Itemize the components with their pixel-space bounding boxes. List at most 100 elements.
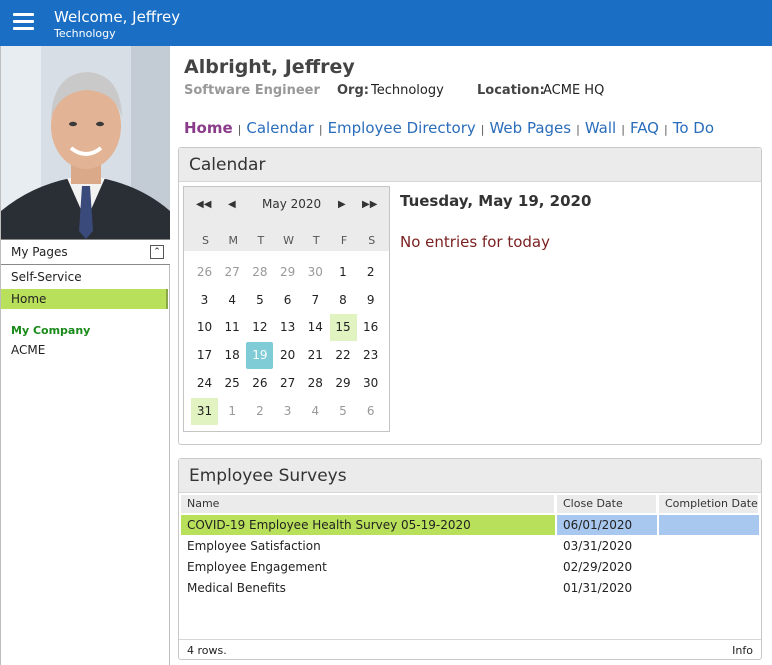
- day-of-week-label: F: [340, 234, 348, 247]
- calendar-day[interactable]: 16: [357, 314, 384, 341]
- nav-home[interactable]: Home: [184, 119, 233, 137]
- table-cell-close-date[interactable]: 03/31/2020: [557, 536, 657, 556]
- calendar-day[interactable]: 25: [219, 370, 246, 397]
- employee-title: Software Engineer: [184, 83, 320, 98]
- column-header-close-date[interactable]: Close Date: [557, 495, 657, 513]
- calendar-day[interactable]: 2: [246, 398, 273, 425]
- nav-employee-directory[interactable]: Employee Directory: [328, 119, 476, 137]
- table-cell-completion-date[interactable]: [659, 536, 759, 556]
- my-pages-title: My Pages: [11, 245, 68, 259]
- sidebar-item-acme[interactable]: ACME: [1, 340, 168, 360]
- table-cell-close-date[interactable]: 01/31/2020: [557, 578, 657, 598]
- day-of-week-label: S: [368, 234, 376, 247]
- calendar-day[interactable]: 3: [274, 398, 301, 425]
- calendar-month-label[interactable]: May 2020: [262, 197, 321, 211]
- calendar-day[interactable]: 15: [329, 314, 357, 342]
- calendar-day[interactable]: 6: [274, 287, 301, 314]
- calendar-day[interactable]: 21: [302, 342, 329, 369]
- nav-calendar[interactable]: Calendar: [246, 119, 313, 137]
- table-cell-name[interactable]: Medical Benefits: [181, 578, 555, 598]
- calendar-panel: Calendar ◀◀ ◀ May 2020 ▶ ▶▶ S M T W T F S 26 27 2…: [178, 147, 762, 445]
- table-cell-name[interactable]: Employee Engagement: [181, 557, 555, 577]
- calendar-day[interactable]: 30: [302, 259, 329, 286]
- table-footer: 4 rows. Info: [179, 639, 761, 659]
- calendar-day[interactable]: 1: [219, 398, 246, 425]
- calendar-day[interactable]: 31: [191, 397, 218, 425]
- calendar-day[interactable]: 9: [357, 287, 384, 314]
- calendar-day[interactable]: 1: [330, 259, 357, 286]
- calendar-day[interactable]: 28: [302, 370, 329, 397]
- nav-separator: |: [237, 123, 242, 136]
- calendar-day[interactable]: 10: [191, 314, 218, 341]
- calendar-day[interactable]: 20: [274, 342, 301, 369]
- table-cell-completion-date[interactable]: [659, 557, 759, 577]
- calendar-day[interactable]: 23: [357, 342, 384, 369]
- table-cell-completion-date[interactable]: [659, 515, 759, 535]
- sidebar-item-home[interactable]: Home: [1, 289, 168, 309]
- prev-month-icon[interactable]: ◀: [228, 199, 236, 210]
- row-count: 4 rows.: [187, 644, 227, 657]
- table-cell-close-date[interactable]: 06/01/2020: [557, 515, 657, 535]
- calendar-day[interactable]: 4: [302, 398, 329, 425]
- calendar-widget: ◀◀ ◀ May 2020 ▶ ▶▶ S M T W T F S 26 27 28 29 30 1 2 3 4…: [183, 186, 390, 432]
- prev-year-icon[interactable]: ◀◀: [196, 199, 211, 210]
- calendar-day[interactable]: 5: [330, 398, 357, 425]
- nav-to-do[interactable]: To Do: [673, 119, 714, 137]
- my-pages-header: My Pages ⌃: [1, 239, 170, 265]
- calendar-day[interactable]: 29: [274, 259, 301, 286]
- calendar-day[interactable]: 26: [191, 259, 218, 286]
- nav-separator: |: [664, 123, 668, 136]
- calendar-day[interactable]: 24: [191, 370, 218, 397]
- welcome-text: Welcome, Jeffrey: [54, 8, 181, 26]
- calendar-day[interactable]: 27: [219, 259, 246, 286]
- surveys-panel-title: Employee Surveys: [179, 459, 761, 493]
- nav-wall[interactable]: Wall: [585, 119, 616, 137]
- calendar-day[interactable]: 29: [330, 370, 357, 397]
- calendar-day[interactable]: 17: [191, 342, 218, 369]
- menu-icon[interactable]: [13, 13, 34, 31]
- profile-photo: [1, 46, 170, 239]
- no-entries-text: No entries for today: [400, 233, 550, 251]
- nav-web-pages[interactable]: Web Pages: [489, 119, 571, 137]
- calendar-day[interactable]: 3: [191, 287, 218, 314]
- calendar-day[interactable]: 27: [274, 370, 301, 397]
- info-link[interactable]: Info: [732, 644, 753, 657]
- sidebar-item-self-service[interactable]: Self-Service: [1, 267, 168, 287]
- table-cell-close-date[interactable]: 02/29/2020: [557, 557, 657, 577]
- surveys-panel: Employee Surveys Name Close Date Complet…: [178, 458, 762, 660]
- calendar-panel-title: Calendar: [179, 148, 761, 182]
- next-year-icon[interactable]: ▶▶: [362, 199, 377, 210]
- table-cell-completion-date[interactable]: [659, 578, 759, 598]
- calendar-day[interactable]: 22: [330, 342, 357, 369]
- main-nav: Home | Calendar | Employee Directory | Web Pag…: [184, 118, 714, 140]
- nav-separator: |: [576, 123, 580, 136]
- next-month-icon[interactable]: ▶: [338, 199, 346, 210]
- table-cell-name[interactable]: Employee Satisfaction: [181, 536, 555, 556]
- calendar-day[interactable]: 12: [246, 314, 273, 341]
- calendar-day[interactable]: 11: [219, 314, 246, 341]
- sidebar-company-heading: My Company: [11, 324, 91, 337]
- calendar-day[interactable]: 4: [219, 287, 246, 314]
- selected-date-text: Tuesday, May 19, 2020: [400, 192, 592, 210]
- calendar-day[interactable]: 7: [302, 287, 329, 314]
- calendar-day[interactable]: 26: [246, 370, 273, 397]
- table-cell-name[interactable]: COVID-19 Employee Health Survey 05-19-20…: [181, 515, 555, 535]
- org-label: Org:: [337, 83, 369, 98]
- nav-separator: |: [480, 123, 485, 136]
- calendar-day[interactable]: 30: [357, 370, 384, 397]
- org-value: Technology: [371, 83, 444, 98]
- calendar-day[interactable]: 13: [274, 314, 301, 341]
- calendar-day-selected[interactable]: 19: [246, 342, 274, 370]
- calendar-day[interactable]: 2: [357, 259, 384, 286]
- nav-faq[interactable]: FAQ: [630, 119, 659, 137]
- calendar-day[interactable]: 28: [246, 259, 273, 286]
- calendar-day[interactable]: 6: [357, 398, 384, 425]
- calendar-day[interactable]: 18: [219, 342, 246, 369]
- column-header-completion-date[interactable]: Completion Date: [659, 495, 759, 513]
- column-header-name[interactable]: Name: [181, 495, 555, 513]
- calendar-day[interactable]: 8: [330, 287, 357, 314]
- top-header: Welcome, Jeffrey Technology: [0, 0, 772, 46]
- calendar-day[interactable]: 5: [246, 287, 273, 314]
- collapse-icon[interactable]: ⌃: [150, 245, 164, 259]
- calendar-day[interactable]: 14: [302, 314, 329, 341]
